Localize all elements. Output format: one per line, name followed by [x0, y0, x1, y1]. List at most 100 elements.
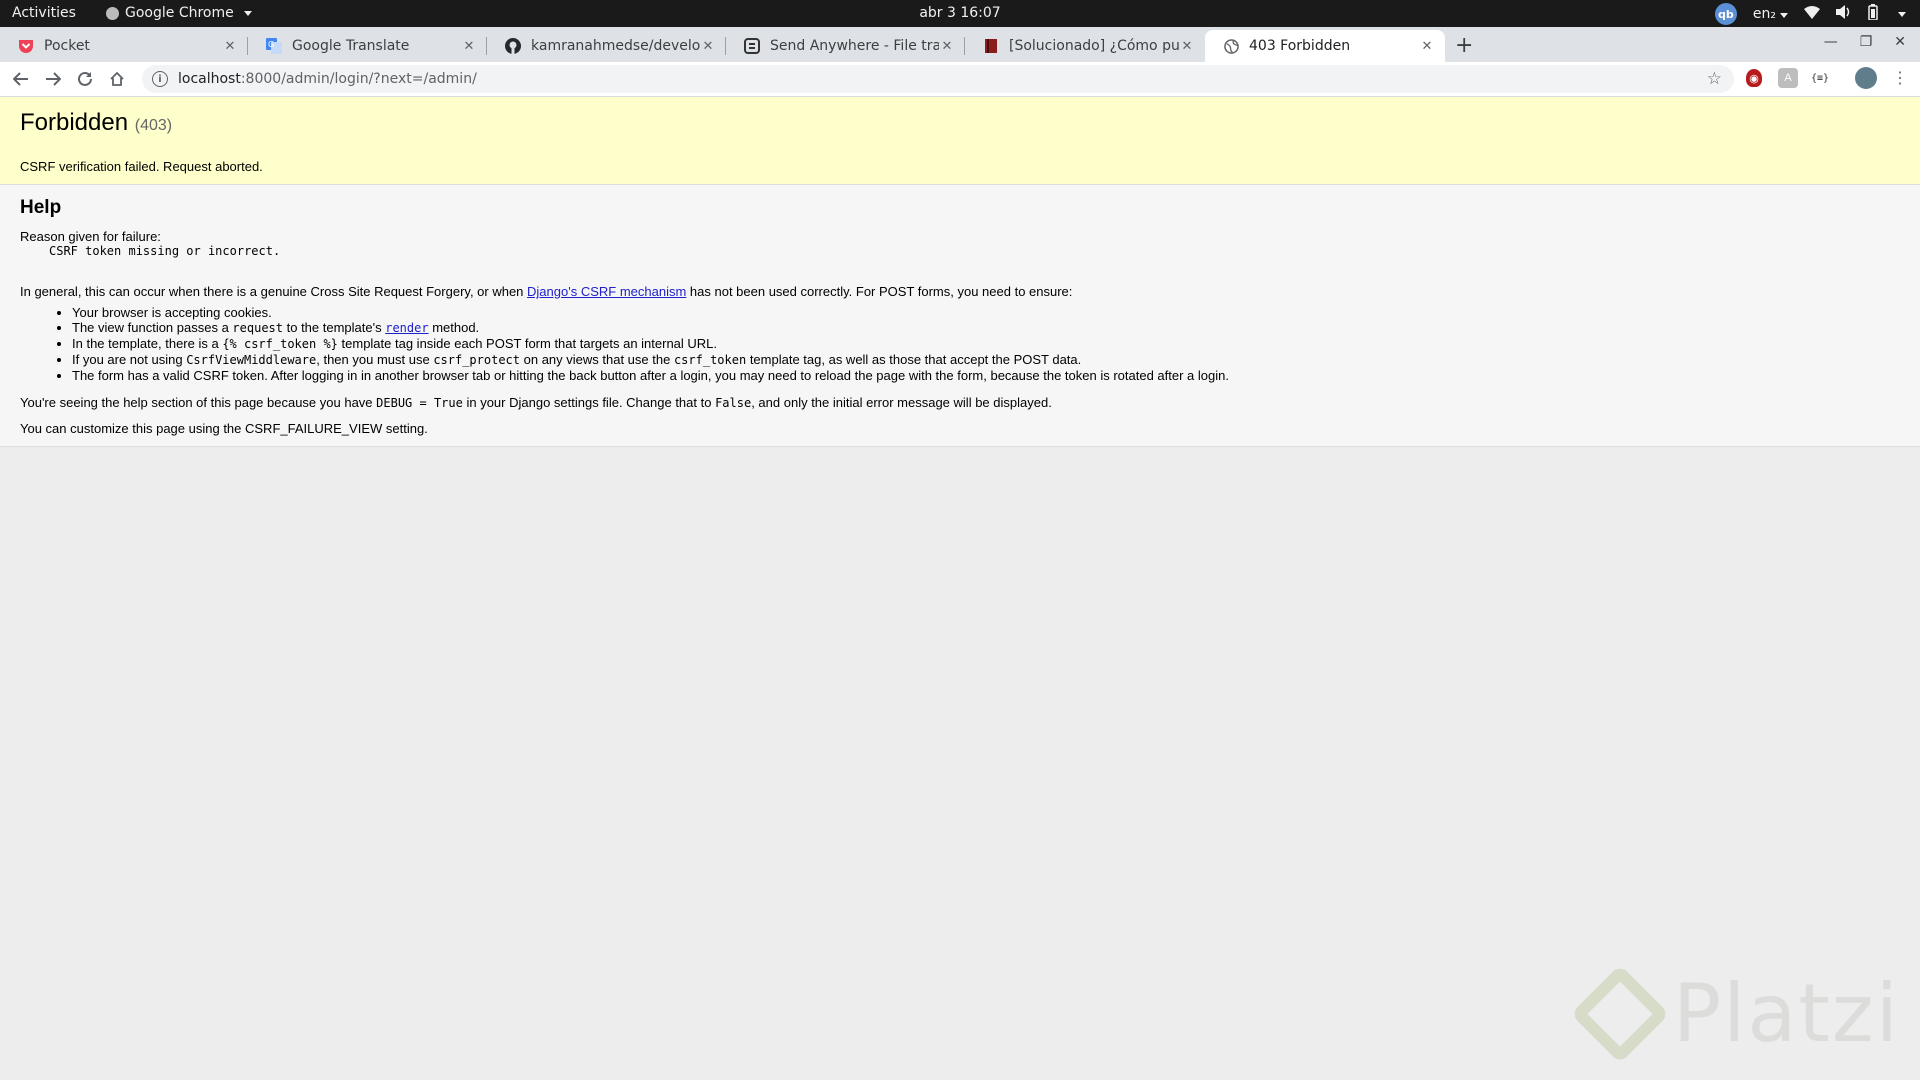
- requirements-list: Your browser is accepting cookies. The v…: [20, 305, 1900, 383]
- text-span: to the template's: [283, 320, 386, 335]
- error-summary: Forbidden (403) CSRF verification failed…: [0, 97, 1920, 185]
- close-icon[interactable]: ✕: [939, 39, 955, 54]
- forward-button[interactable]: [41, 67, 65, 91]
- watermark-text: Platzi: [1672, 967, 1900, 1060]
- django-csrf-link[interactable]: Django's CSRF mechanism: [527, 284, 686, 299]
- system-menu-caret-icon[interactable]: [1898, 11, 1906, 17]
- status-code: (403): [134, 117, 173, 134]
- address-bar[interactable]: i localhost:8000/admin/login/?next=/admi…: [142, 65, 1734, 93]
- close-window-icon[interactable]: ✕: [1894, 34, 1906, 50]
- tab-strip: Pocket ✕ G Google Translate ✕ kamranahme…: [0, 27, 1920, 62]
- platzi-watermark: Platzi: [1570, 964, 1900, 1063]
- page-title: Forbidden (403): [20, 109, 1900, 137]
- text-span: in your Django settings file. Change tha…: [462, 395, 716, 410]
- tab-label: Pocket: [44, 38, 90, 54]
- json-viewer-icon[interactable]: {≡}: [1810, 68, 1830, 88]
- text-span: You're seeing the help section of this p…: [20, 395, 377, 410]
- help-heading: Help: [20, 197, 62, 218]
- list-item: Your browser is accepting cookies.: [72, 305, 1900, 320]
- close-icon[interactable]: ✕: [1179, 39, 1195, 54]
- arrow-right-icon: [46, 72, 61, 86]
- bookmark-star-icon[interactable]: ☆: [1707, 69, 1722, 89]
- github-icon: [505, 38, 521, 54]
- tab-pocket[interactable]: Pocket ✕: [0, 30, 248, 62]
- url-path: :8000/admin/login/?next=/admin/: [240, 71, 477, 87]
- home-icon: [110, 71, 124, 86]
- code-span: {% csrf_token %}: [222, 337, 338, 351]
- tab-label: Send Anywhere - File tran: [770, 38, 939, 54]
- home-button[interactable]: [105, 67, 129, 91]
- tab-solucionado[interactable]: [Solucionado] ¿Cómo pue ✕: [965, 30, 1205, 62]
- text-span: In general, this can occur when there is…: [20, 284, 528, 299]
- render-link[interactable]: render: [385, 321, 428, 335]
- tab-send-anywhere[interactable]: Send Anywhere - File tran ✕: [726, 30, 965, 62]
- text-span: The form has a valid CSRF token. After l…: [72, 368, 1229, 383]
- translate-icon: G: [266, 38, 282, 54]
- url-host: localhost: [178, 71, 241, 87]
- restore-icon[interactable]: ❐: [1860, 34, 1873, 50]
- text-span: template tag inside each POST form that …: [337, 336, 718, 351]
- code-span: False: [715, 396, 752, 410]
- general-explanation: In general, this can occur when there is…: [20, 284, 1900, 299]
- reload-button[interactable]: [73, 67, 97, 91]
- tab-label: kamranahmedse/develop: [531, 38, 700, 54]
- code-span: DEBUG = True: [376, 396, 463, 410]
- profile-avatar[interactable]: [1855, 67, 1877, 89]
- volume-icon[interactable]: [1836, 5, 1852, 23]
- globe-icon: [1223, 38, 1239, 54]
- send-anywhere-icon: [744, 38, 760, 54]
- debug-note: You're seeing the help section of this p…: [20, 395, 1900, 410]
- svg-text:G: G: [268, 40, 274, 49]
- title-text: Forbidden: [20, 109, 129, 136]
- clock[interactable]: abr 3 16:07: [0, 5, 1920, 21]
- page-content: Forbidden (403) CSRF verification failed…: [0, 97, 1920, 1080]
- text-span: method.: [428, 320, 480, 335]
- text-span: , and only the initial error message wil…: [751, 395, 1052, 410]
- tab-403-forbidden[interactable]: 403 Forbidden ✕: [1205, 30, 1445, 62]
- extension-icon[interactable]: A: [1778, 68, 1798, 88]
- site-info-icon[interactable]: i: [152, 71, 168, 87]
- battery-icon[interactable]: [1868, 4, 1878, 24]
- browser-toolbar: i localhost:8000/admin/login/?next=/admi…: [0, 62, 1920, 97]
- code-span: csrf_token: [673, 353, 747, 367]
- text-span: If you are not using: [72, 352, 187, 367]
- code-span: CsrfViewMiddleware: [186, 353, 317, 367]
- arrow-left-icon: [13, 72, 28, 86]
- qbittorrent-icon[interactable]: qb: [1714, 3, 1737, 25]
- ublock-origin-icon[interactable]: ◉: [1746, 69, 1762, 87]
- language-indicator[interactable]: en₂: [1753, 6, 1788, 22]
- list-item: In the template, there is a {% csrf_toke…: [72, 336, 1900, 352]
- back-button[interactable]: [9, 67, 33, 91]
- list-item: The view function passes a request to th…: [72, 320, 1900, 336]
- minimize-icon[interactable]: —: [1824, 34, 1838, 50]
- list-item: If you are not using CsrfViewMiddleware,…: [72, 352, 1900, 368]
- system-top-bar: Activities Google Chrome abr 3 16:07 qb …: [0, 0, 1920, 27]
- text-span: on any views that use the: [520, 352, 674, 367]
- text-span: template tag, as well as those that acce…: [746, 352, 1082, 367]
- tab-google-translate[interactable]: G Google Translate ✕: [248, 30, 487, 62]
- text-span: has not been used correctly. For POST fo…: [686, 284, 1073, 299]
- close-icon[interactable]: ✕: [1419, 39, 1435, 54]
- wifi-icon[interactable]: [1804, 5, 1820, 23]
- reload-icon: [78, 71, 92, 86]
- code-span: csrf_protect: [433, 353, 521, 367]
- tab-label: Google Translate: [292, 38, 410, 54]
- window-controls: — ❐ ✕: [1824, 34, 1906, 50]
- customize-note: You can customize this page using the CS…: [20, 421, 428, 436]
- tab-label: 403 Forbidden: [1249, 38, 1351, 54]
- text-span: , then you must use: [316, 352, 434, 367]
- tab-github[interactable]: kamranahmedse/develop ✕: [487, 30, 726, 62]
- text-span: Your browser is accepting cookies.: [72, 305, 272, 320]
- pocket-icon: [18, 38, 34, 54]
- new-tab-button[interactable]: +: [1455, 33, 1473, 58]
- reason-label: Reason given for failure:: [20, 229, 161, 244]
- help-section: Help Reason given for failure: CSRF toke…: [0, 185, 1920, 447]
- platzi-logo-icon: [1570, 964, 1670, 1063]
- caret-down-icon: [1780, 13, 1788, 18]
- close-icon[interactable]: ✕: [461, 39, 477, 54]
- close-icon[interactable]: ✕: [700, 39, 716, 54]
- close-icon[interactable]: ✕: [222, 39, 238, 54]
- language-label: en₂: [1752, 6, 1776, 22]
- text-span: The view function passes a: [72, 320, 233, 335]
- chrome-menu-icon[interactable]: ⋮: [1890, 68, 1910, 88]
